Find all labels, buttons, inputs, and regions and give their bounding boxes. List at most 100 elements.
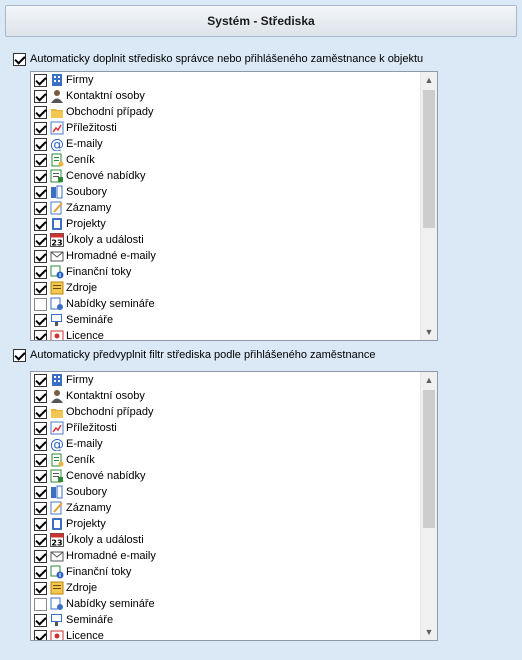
item-checkbox[interactable] — [34, 297, 47, 311]
list-item[interactable]: Kontaktní osoby — [31, 88, 420, 104]
item-checkbox[interactable] — [34, 517, 47, 531]
list-item[interactable]: Hromadné e-maily — [31, 248, 420, 264]
item-checkbox[interactable] — [34, 453, 47, 467]
auto-filter-scrollbar[interactable]: ▲ ▼ — [420, 372, 437, 640]
list-item[interactable]: Projekty — [31, 516, 420, 532]
list-item[interactable]: Semináře — [31, 612, 420, 628]
item-checkbox[interactable] — [34, 421, 47, 435]
list-item[interactable]: Firmy — [31, 72, 420, 88]
scroll-thumb[interactable] — [423, 90, 435, 228]
item-checkbox[interactable] — [34, 613, 47, 627]
resources-icon — [50, 581, 64, 595]
list-item[interactable]: Ceník — [31, 452, 420, 468]
calendar-icon: 23 — [50, 533, 64, 547]
item-checkbox[interactable] — [34, 597, 47, 611]
item-checkbox[interactable] — [34, 137, 47, 151]
price-list-icon — [50, 453, 64, 467]
list-item[interactable]: Cenové nabídky — [31, 468, 420, 484]
item-checkbox[interactable] — [34, 121, 47, 135]
item-label: Hromadné e-maily — [66, 550, 156, 562]
list-item[interactable]: Licence — [31, 328, 420, 340]
scroll-down-icon[interactable]: ▼ — [421, 624, 437, 640]
seminar-offer-icon — [50, 597, 64, 611]
list-item[interactable]: Soubory — [31, 184, 420, 200]
list-item[interactable]: Zdroje — [31, 580, 420, 596]
item-checkbox[interactable] — [34, 265, 47, 279]
item-label: Finanční toky — [66, 566, 132, 578]
item-checkbox[interactable] — [34, 469, 47, 483]
scroll-up-icon[interactable]: ▲ — [421, 72, 437, 88]
scroll-thumb[interactable] — [423, 390, 435, 528]
auto-filter-checkbox[interactable] — [13, 348, 26, 362]
scroll-down-icon[interactable]: ▼ — [421, 324, 437, 340]
list-item[interactable]: Finanční toky — [31, 564, 420, 580]
at-icon: @ — [50, 137, 64, 151]
item-checkbox[interactable] — [34, 565, 47, 579]
list-item[interactable]: Záznamy — [31, 200, 420, 216]
item-checkbox[interactable] — [34, 437, 47, 451]
item-checkbox[interactable] — [34, 581, 47, 595]
list-item[interactable]: Příležitosti — [31, 420, 420, 436]
auto-fill-option[interactable]: Automaticky doplnit středisko správce ne… — [13, 51, 423, 67]
list-item[interactable]: Záznamy — [31, 500, 420, 516]
scroll-up-icon[interactable]: ▲ — [421, 372, 437, 388]
list-item[interactable]: Obchodní případy — [31, 404, 420, 420]
item-checkbox[interactable] — [34, 73, 47, 87]
item-checkbox[interactable] — [34, 201, 47, 215]
item-checkbox[interactable] — [34, 329, 47, 340]
item-label: Záznamy — [66, 502, 112, 514]
item-checkbox[interactable] — [34, 485, 47, 499]
item-checkbox[interactable] — [34, 169, 47, 183]
list-item[interactable]: Obchodní případy — [31, 104, 420, 120]
item-checkbox[interactable] — [34, 629, 47, 640]
item-label: E-maily — [66, 138, 103, 150]
list-item[interactable]: Ceník — [31, 152, 420, 168]
list-item[interactable]: Kontaktní osoby — [31, 388, 420, 404]
item-label: Semináře — [66, 614, 114, 626]
list-item[interactable]: Firmy — [31, 372, 420, 388]
list-item[interactable]: 23 Úkoly a události — [31, 232, 420, 248]
item-checkbox[interactable] — [34, 185, 47, 199]
item-label: Projekty — [66, 218, 106, 230]
list-item[interactable]: Cenové nabídky — [31, 168, 420, 184]
item-checkbox[interactable] — [34, 405, 47, 419]
at-icon: @ — [50, 437, 64, 451]
list-item[interactable]: Soubory — [31, 484, 420, 500]
auto-fill-listbox[interactable]: Firmy Kontaktní osoby Obchodní případy Příl… — [30, 71, 438, 341]
list-item[interactable]: @ E-maily — [31, 136, 420, 152]
item-checkbox[interactable] — [34, 549, 47, 563]
auto-filter-option[interactable]: Automaticky předvyplnit filtr střediska … — [13, 347, 375, 363]
item-checkbox[interactable] — [34, 105, 47, 119]
quote-icon — [50, 169, 64, 183]
auto-fill-checkbox[interactable] — [13, 52, 26, 66]
item-label: Zdroje — [66, 582, 98, 594]
list-item[interactable]: Nabídky semináře — [31, 596, 420, 612]
list-item[interactable]: Finanční toky — [31, 264, 420, 280]
item-checkbox[interactable] — [34, 373, 47, 387]
list-item[interactable]: 23 Úkoly a události — [31, 532, 420, 548]
list-item[interactable]: Hromadné e-maily — [31, 548, 420, 564]
auto-filter-listbox[interactable]: Firmy Kontaktní osoby Obchodní případy Příl… — [30, 371, 438, 641]
item-checkbox[interactable] — [34, 281, 47, 295]
list-item[interactable]: @ E-maily — [31, 436, 420, 452]
seminar-icon — [50, 313, 64, 327]
item-checkbox[interactable] — [34, 89, 47, 103]
item-checkbox[interactable] — [34, 501, 47, 515]
item-checkbox[interactable] — [34, 249, 47, 263]
list-item[interactable]: Licence — [31, 628, 420, 640]
item-label: Soubory — [66, 186, 107, 198]
list-item[interactable]: Příležitosti — [31, 120, 420, 136]
item-checkbox[interactable] — [34, 153, 47, 167]
item-checkbox[interactable] — [34, 533, 47, 547]
item-checkbox[interactable] — [34, 233, 47, 247]
list-item[interactable]: Semináře — [31, 312, 420, 328]
item-checkbox[interactable] — [34, 313, 47, 327]
list-item[interactable]: Zdroje — [31, 280, 420, 296]
auto-fill-scrollbar[interactable]: ▲ ▼ — [420, 72, 437, 340]
list-item[interactable]: Nabídky semináře — [31, 296, 420, 312]
finance-icon — [50, 265, 64, 279]
person-icon — [50, 89, 64, 103]
item-checkbox[interactable] — [34, 217, 47, 231]
item-checkbox[interactable] — [34, 389, 47, 403]
list-item[interactable]: Projekty — [31, 216, 420, 232]
